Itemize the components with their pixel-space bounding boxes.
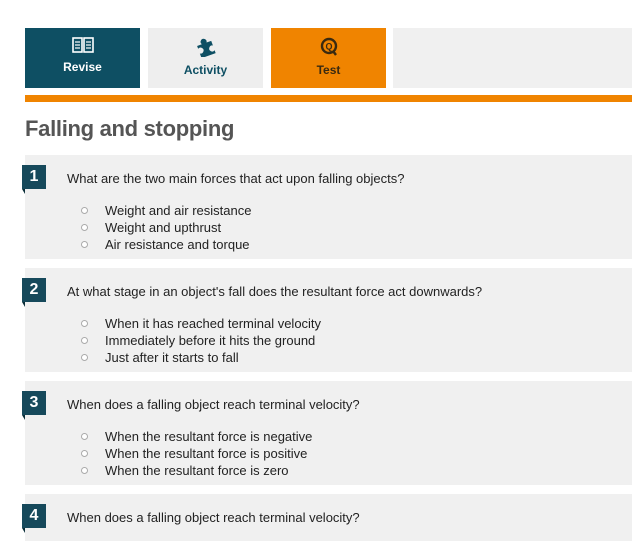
answer-option[interactable]: Weight and air resistance [81,202,251,219]
radio-button[interactable] [81,207,88,214]
question-number: 3 [22,391,46,420]
radio-button[interactable] [81,224,88,231]
quiz-icon: Q [320,37,337,56]
radio-button[interactable] [81,337,88,344]
radio-button[interactable] [81,433,88,440]
radio-button[interactable] [81,467,88,474]
radio-button[interactable] [81,241,88,248]
answer-option[interactable]: When the resultant force is positive [81,445,312,462]
puzzle-icon [196,38,216,57]
tab-revise-label: Revise [63,60,102,74]
question-number: 4 [22,504,46,533]
radio-button[interactable] [81,320,88,327]
answer-option[interactable]: When the resultant force is negative [81,428,312,445]
answer-option[interactable]: When it has reached terminal velocity [81,315,321,332]
answer-label: Weight and upthrust [105,220,222,235]
answer-option[interactable]: Immediately before it hits the ground [81,332,321,349]
page-title: Falling and stopping [25,116,235,141]
answer-label: Immediately before it hits the ground [105,333,316,348]
radio-button[interactable] [81,450,88,457]
question-text: What are the two main forces that act up… [67,171,405,186]
question-number: 1 [22,165,46,194]
answer-label: When the resultant force is zero [105,463,289,478]
answer-label: When the resultant force is negative [105,429,313,444]
answer-label: Weight and air resistance [105,203,252,218]
tab-accent-bar [25,95,632,102]
tab-revise[interactable]: Revise [25,28,140,88]
question-card: 2 At what stage in an object's fall does… [22,268,632,372]
answer-options: When the resultant force is negative Whe… [81,428,312,479]
answer-option[interactable]: Weight and upthrust [81,219,251,236]
answer-label: When it has reached terminal velocity [105,316,322,331]
question-text: When does a falling object reach termina… [67,397,360,412]
answer-option[interactable]: Just after it starts to fall [81,349,321,366]
tab-test-label: Test [316,63,341,77]
question-number: 2 [22,278,46,307]
answer-label: When the resultant force is positive [105,446,308,461]
question-text: At what stage in an object's fall does t… [67,284,483,299]
tab-bar: Revise Activity Q Test [25,28,632,88]
tab-test[interactable]: Q Test [271,28,386,88]
answer-label: Just after it starts to fall [105,350,239,365]
book-icon [71,37,94,53]
answer-options: Weight and air resistance Weight and upt… [81,202,251,253]
svg-text:Q: Q [325,42,332,52]
answer-option[interactable]: Air resistance and torque [81,236,251,253]
question-card: 4 When does a falling object reach termi… [22,494,632,541]
tab-activity-label: Activity [183,63,228,77]
answer-label: Air resistance and torque [105,237,250,252]
question-card: 1 What are the two main forces that act … [22,155,632,259]
question-text: When does a falling object reach termina… [67,510,360,525]
answer-options: When it has reached terminal velocity Im… [81,315,321,366]
question-card: 3 When does a falling object reach termi… [22,381,632,485]
tab-bar-filler [393,28,632,88]
tab-activity[interactable]: Activity [148,28,263,88]
answer-option[interactable]: When the resultant force is zero [81,462,312,479]
radio-button[interactable] [81,354,88,361]
